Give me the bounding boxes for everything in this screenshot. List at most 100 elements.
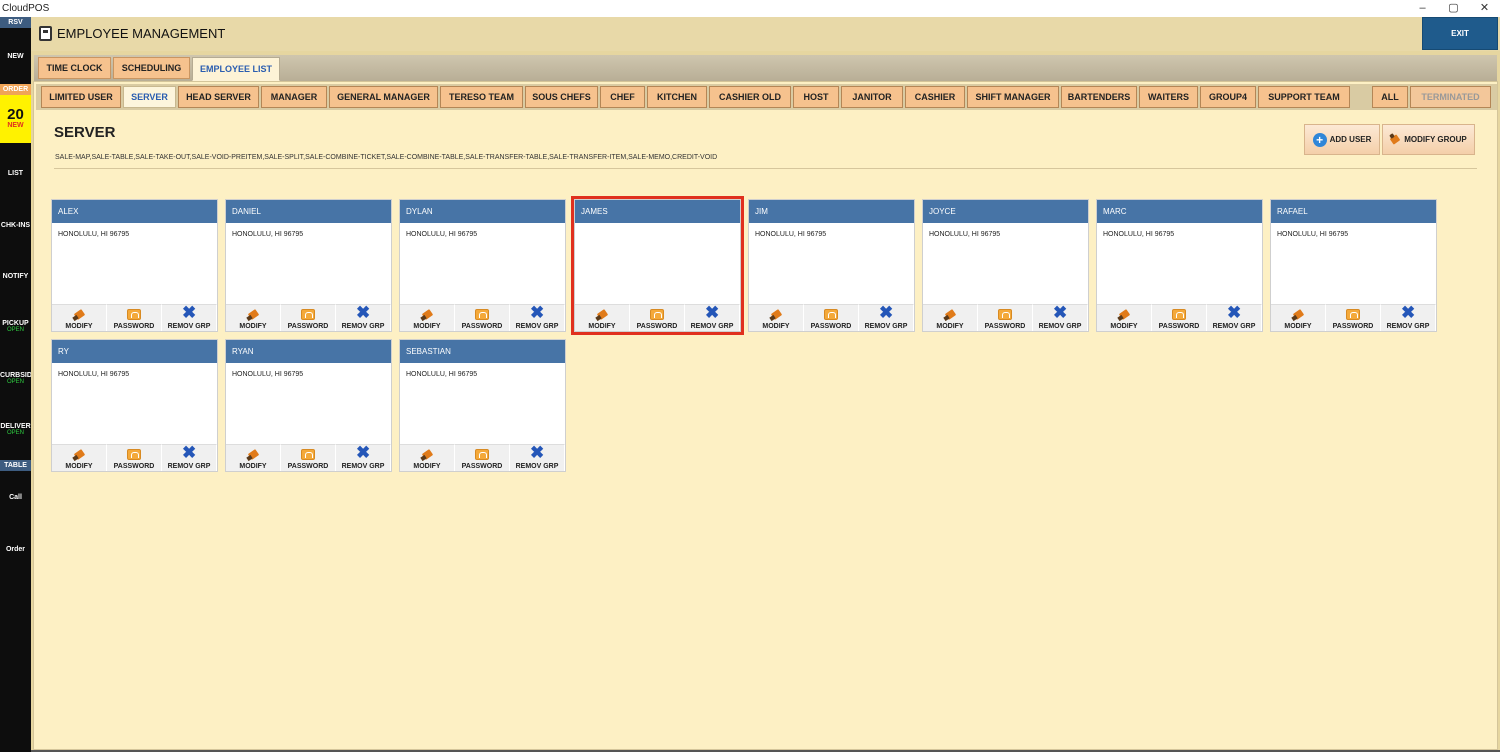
group-tab-chef[interactable]: CHEF xyxy=(600,86,645,108)
password-button[interactable]: PASSWORD xyxy=(107,304,162,331)
password-label: PASSWORD xyxy=(461,463,503,470)
employee-card[interactable]: DYLAN HONOLULU, HI 96795 MODIFY PASSWORD… xyxy=(399,199,566,332)
group-tab-janitor[interactable]: JANITOR xyxy=(841,86,903,108)
exit-button[interactable]: EXIT xyxy=(1422,17,1498,50)
password-label: PASSWORD xyxy=(287,323,329,330)
modify-button[interactable]: MODIFY xyxy=(400,444,455,471)
minimize-button[interactable]: – xyxy=(1407,0,1438,17)
employee-card[interactable]: JOYCE HONOLULU, HI 96795 MODIFY PASSWORD… xyxy=(922,199,1089,332)
nav-notify[interactable]: NOTIFY xyxy=(0,273,31,280)
card-actions: MODIFY PASSWORD ✖ REMOV GRP xyxy=(52,444,217,471)
remove-group-button[interactable]: ✖ REMOV GRP xyxy=(162,304,217,331)
tab-scheduling[interactable]: SCHEDULING xyxy=(113,57,190,79)
modify-label: MODIFY xyxy=(65,463,93,470)
group-tab-cashier[interactable]: CASHIER xyxy=(905,86,965,108)
group-tab-cashier-old[interactable]: CASHIER OLD xyxy=(709,86,791,108)
modify-button[interactable]: MODIFY xyxy=(923,304,978,331)
tab-time-clock[interactable]: TIME CLOCK xyxy=(38,57,111,79)
group-tab-general-manager[interactable]: GENERAL MANAGER xyxy=(329,86,438,108)
tab-employee-list[interactable]: EMPLOYEE LIST xyxy=(192,57,280,81)
group-tab-head-server[interactable]: HEAD SERVER xyxy=(178,86,259,108)
employee-card[interactable]: DANIEL HONOLULU, HI 96795 MODIFY PASSWOR… xyxy=(225,199,392,332)
group-tab-waiters[interactable]: WAITERS xyxy=(1139,86,1198,108)
nav-check-ins[interactable]: CHK-INS xyxy=(0,222,31,229)
password-button[interactable]: PASSWORD xyxy=(281,304,336,331)
password-button[interactable]: PASSWORD xyxy=(281,444,336,471)
password-button[interactable]: PASSWORD xyxy=(1152,304,1207,331)
modify-button[interactable]: MODIFY xyxy=(226,444,281,471)
modify-button[interactable]: MODIFY xyxy=(575,304,630,331)
order-new-label: NEW xyxy=(7,122,24,129)
maximize-button[interactable]: ▢ xyxy=(1438,0,1469,17)
employee-name: JOYCE xyxy=(923,200,1088,223)
remove-group-button[interactable]: ✖ REMOV GRP xyxy=(1207,304,1262,331)
lock-icon xyxy=(998,309,1012,320)
nav-delivery[interactable]: DELIVER OPEN xyxy=(0,423,31,436)
x-icon: ✖ xyxy=(356,303,371,322)
modify-button[interactable]: MODIFY xyxy=(400,304,455,331)
nav-new-orders[interactable]: 20 NEW xyxy=(0,95,31,143)
nav-call[interactable]: Call xyxy=(0,494,31,501)
main-tab-bar: TIME CLOCK SCHEDULING EMPLOYEE LIST xyxy=(34,55,1497,81)
delivery-status: OPEN xyxy=(6,430,24,436)
group-tab-support-team[interactable]: SUPPORT TEAM xyxy=(1258,86,1350,108)
employee-card-selected[interactable]: JAMES MODIFY PASSWORD ✖ REMOV GRP xyxy=(571,196,744,335)
remove-group-button[interactable]: ✖ REMOV GRP xyxy=(510,444,565,471)
remove-group-button[interactable]: ✖ REMOV GRP xyxy=(859,304,914,331)
nav-order[interactable]: Order xyxy=(0,546,31,553)
employee-card[interactable]: RAFAEL HONOLULU, HI 96795 MODIFY PASSWOR… xyxy=(1270,199,1437,332)
nav-pickup[interactable]: PICKUP OPEN xyxy=(0,320,31,333)
group-tab-limited-user[interactable]: LIMITED USER xyxy=(41,86,121,108)
card-actions: MODIFY PASSWORD ✖ REMOV GRP xyxy=(400,304,565,331)
password-button[interactable]: PASSWORD xyxy=(804,304,859,331)
group-tab-tereso-team[interactable]: TERESO TEAM xyxy=(440,86,523,108)
modify-button[interactable]: MODIFY xyxy=(1097,304,1152,331)
employee-name: JAMES xyxy=(575,200,740,223)
group-tab-host[interactable]: HOST xyxy=(793,86,839,108)
group-tab-terminated[interactable]: TERMINATED xyxy=(1410,86,1491,108)
employee-card[interactable]: RYAN HONOLULU, HI 96795 MODIFY PASSWORD … xyxy=(225,339,392,472)
group-tab-group4[interactable]: GROUP4 xyxy=(1200,86,1256,108)
employee-card[interactable]: ALEX HONOLULU, HI 96795 MODIFY PASSWORD … xyxy=(51,199,218,332)
password-button[interactable]: PASSWORD xyxy=(630,304,685,331)
modify-button[interactable]: MODIFY xyxy=(52,444,107,471)
remove-group-button[interactable]: ✖ REMOV GRP xyxy=(336,444,391,471)
group-tab-bartenders[interactable]: BARTENDERS xyxy=(1061,86,1137,108)
window-controls: – ▢ ✕ xyxy=(1407,0,1500,17)
modify-button[interactable]: MODIFY xyxy=(1271,304,1326,331)
group-tab-all[interactable]: ALL xyxy=(1372,86,1408,108)
close-button[interactable]: ✕ xyxy=(1469,0,1500,17)
remove-group-button[interactable]: ✖ REMOV GRP xyxy=(685,304,740,331)
password-button[interactable]: PASSWORD xyxy=(978,304,1033,331)
remove-group-button[interactable]: ✖ REMOV GRP xyxy=(162,444,217,471)
group-tab-kitchen[interactable]: KITCHEN xyxy=(647,86,707,108)
employee-card[interactable]: SEBASTIAN HONOLULU, HI 96795 MODIFY PASS… xyxy=(399,339,566,472)
employee-card[interactable]: MARC HONOLULU, HI 96795 MODIFY PASSWORD … xyxy=(1096,199,1263,332)
remove-group-button[interactable]: ✖ REMOV GRP xyxy=(1033,304,1088,331)
modify-button[interactable]: MODIFY xyxy=(749,304,804,331)
group-tab-sous-chefs[interactable]: SOUS CHEFS xyxy=(525,86,598,108)
employee-card[interactable]: RY HONOLULU, HI 96795 MODIFY PASSWORD ✖ R… xyxy=(51,339,218,472)
modify-button[interactable]: MODIFY xyxy=(226,304,281,331)
password-button[interactable]: PASSWORD xyxy=(107,444,162,471)
add-user-button[interactable]: + ADD USER xyxy=(1304,124,1380,155)
password-button[interactable]: PASSWORD xyxy=(455,304,510,331)
password-button[interactable]: PASSWORD xyxy=(455,444,510,471)
nav-list[interactable]: LIST xyxy=(0,170,31,177)
nav-curbside[interactable]: CURBSID OPEN xyxy=(0,372,32,385)
remove-group-button[interactable]: ✖ REMOV GRP xyxy=(336,304,391,331)
modify-button[interactable]: MODIFY xyxy=(52,304,107,331)
modify-group-button[interactable]: MODIFY GROUP xyxy=(1382,124,1475,155)
remove-group-button[interactable]: ✖ REMOV GRP xyxy=(1381,304,1436,331)
nav-new-reservation[interactable]: NEW xyxy=(0,53,31,60)
group-tab-shift-manager[interactable]: SHIFT MANAGER xyxy=(967,86,1059,108)
group-tab-manager[interactable]: MANAGER xyxy=(261,86,327,108)
remove-label: REMOV GRP xyxy=(515,463,559,470)
group-tab-server[interactable]: SERVER xyxy=(123,86,176,108)
employee-card[interactable]: JIM HONOLULU, HI 96795 MODIFY PASSWORD ✖… xyxy=(748,199,915,332)
lock-icon xyxy=(475,449,489,460)
remove-group-button[interactable]: ✖ REMOV GRP xyxy=(510,304,565,331)
order-count: 20 xyxy=(7,106,24,123)
modify-label: MODIFY xyxy=(762,323,790,330)
password-button[interactable]: PASSWORD xyxy=(1326,304,1381,331)
